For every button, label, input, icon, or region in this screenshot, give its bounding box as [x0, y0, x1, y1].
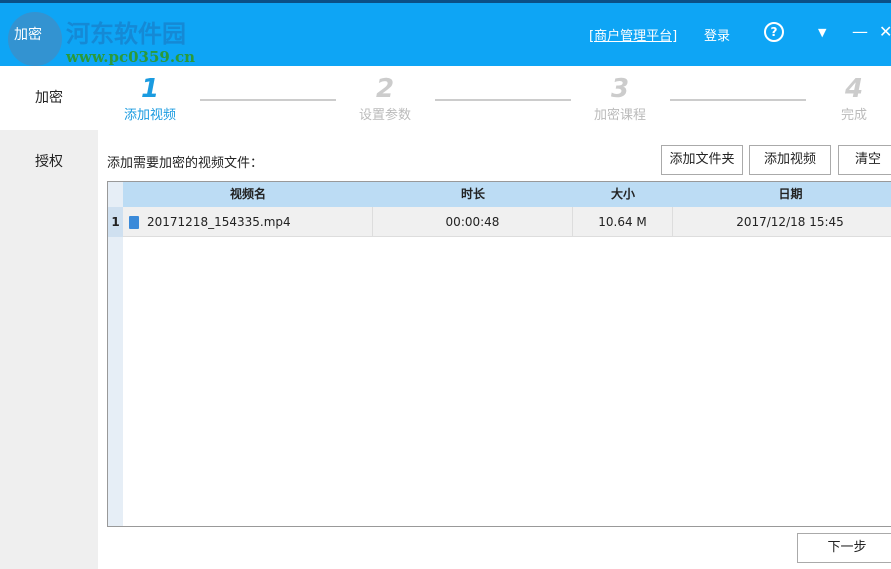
sidebar: 加密 授权 [0, 66, 98, 569]
step-label: 加密课程 [593, 108, 646, 123]
sidebar-item-encrypt[interactable]: 加密 [0, 66, 98, 130]
step-number: 2 [375, 74, 395, 104]
add-video-button[interactable]: 添加视频 [749, 145, 831, 175]
cell-duration: 00:00:48 [373, 207, 573, 236]
step-label: 完成 [840, 108, 867, 123]
top-strip [0, 0, 891, 3]
cell-name: 20171218_154335.mp4 [123, 207, 373, 236]
next-step-button[interactable]: 下一步 [797, 533, 891, 563]
row-index: 1 [108, 207, 123, 237]
merchant-platform-link[interactable]: [商户管理平台] [589, 25, 677, 44]
instruction-text: 添加需要加密的视频文件： [107, 156, 264, 171]
step-label: 添加视频 [123, 108, 176, 123]
sidebar-item-authorize[interactable]: 授权 [0, 130, 98, 194]
step-add-video: 1 添加视频 [110, 74, 190, 123]
table-row[interactable]: 20171218_154335.mp4 00:00:48 10.64 M 201… [123, 207, 891, 237]
step-encrypt-course: 3 加密课程 [580, 74, 660, 123]
step-settings: 2 设置参数 [345, 74, 425, 123]
step-number: 1 [140, 74, 160, 104]
step-done: 4 完成 [814, 74, 891, 123]
video-table: 视频名 时长 大小 日期 1 20171218_154335.mp4 00:00… [107, 181, 891, 527]
step-connector [670, 99, 806, 101]
add-folder-button[interactable]: 添加文件夹 [661, 145, 743, 175]
cell-date: 2017/12/18 15:45 [673, 207, 891, 236]
header-name[interactable]: 视频名 [123, 182, 373, 207]
step-label: 设置参数 [358, 108, 411, 123]
menu-dropdown-icon[interactable]: ▼ [818, 26, 826, 39]
file-name: 20171218_154335.mp4 [147, 215, 291, 229]
step-connector [435, 99, 571, 101]
app-title: 加密 [14, 27, 42, 43]
help-icon[interactable]: ? [764, 22, 784, 42]
step-number: 3 [610, 74, 630, 104]
minimize-icon[interactable]: — [852, 22, 868, 41]
watermark-url: www.pc0359.cn [66, 48, 196, 66]
step-connector [200, 99, 336, 101]
header-date[interactable]: 日期 [673, 182, 891, 207]
watermark-text: 河东软件园 [66, 19, 186, 48]
close-icon[interactable]: ✕ [879, 22, 891, 41]
title-bar: 加密 河东软件园 www.pc0359.cn [商户管理平台] 登录 ? ▼ —… [0, 0, 891, 66]
clear-button[interactable]: 清空 [838, 145, 891, 175]
cell-size: 10.64 M [573, 207, 673, 236]
header-duration[interactable]: 时长 [373, 182, 573, 207]
header-size[interactable]: 大小 [573, 182, 673, 207]
video-file-icon [129, 216, 139, 229]
login-button[interactable]: 登录 [704, 25, 730, 44]
table-header: 视频名 时长 大小 日期 [123, 182, 891, 207]
step-number: 4 [844, 74, 864, 104]
